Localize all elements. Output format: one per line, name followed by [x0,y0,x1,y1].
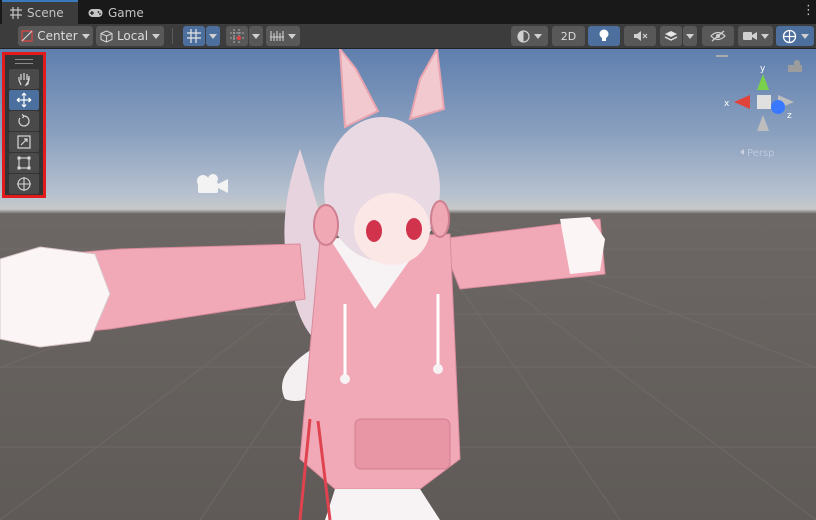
light-bulb-icon [599,29,609,41]
transform-icon [17,177,31,191]
ruler-icon [270,31,284,41]
eye-slash-icon [710,30,726,42]
avatar-character[interactable] [0,49,816,520]
snap-icon [230,29,244,43]
tools-overlay [2,52,46,198]
effects-dropdown[interactable] [683,26,697,46]
grid-snap-toggle[interactable] [183,26,205,46]
speaker-muted-icon [633,31,647,41]
space-mode-label: Local [116,29,149,43]
scale-icon [17,135,31,149]
scene-viewport[interactable]: y x z Persp [0,49,816,520]
more-menu-icon[interactable]: ⋮ [802,3,815,19]
camera-settings-dropdown[interactable] [738,26,773,46]
toolbar-separator [172,28,173,44]
chevron-down-icon [534,33,542,39]
mode-2d-label: 2D [560,29,577,43]
move-icon [16,92,32,108]
z-axis-cone[interactable] [771,100,785,114]
hand-icon [18,73,30,86]
tab-game[interactable]: Game [80,2,152,24]
rotate-tool-button[interactable] [9,111,39,131]
chevron-down-icon [252,33,260,39]
gamepad-icon [88,9,103,17]
pivot-mode-label: Center [37,29,78,43]
chevron-down-icon [209,33,217,39]
pivot-mode-dropdown[interactable]: Center [18,26,93,46]
move-tool-button[interactable] [9,90,39,110]
scene-toolbar: Center Local 2D [0,24,816,49]
chevron-down-icon [152,33,161,39]
chevron-down-icon [800,33,809,39]
tab-scene-label: Scene [27,6,64,20]
x-axis-label: x [724,99,730,109]
snap-settings-dropdown[interactable] [266,26,300,46]
camera-icon [742,32,757,40]
y-axis-label: y [760,64,766,74]
transform-tool-button[interactable] [9,174,39,194]
shading-mode-dropdown[interactable] [511,26,548,46]
gizmo-handle[interactable] [716,55,728,57]
chevron-down-icon [81,33,90,39]
projection-label[interactable]: Persp [747,148,775,159]
lock-icon[interactable] [788,60,802,72]
gizmo-globe-icon [782,29,796,43]
space-mode-dropdown[interactable]: Local [96,26,164,46]
orientation-gizmo[interactable]: y x z Persp [716,49,816,169]
rect-icon [17,156,31,170]
scale-tool-button[interactable] [9,132,39,152]
tab-bar: Scene Game ⋮ [0,0,816,24]
cube-icon [100,29,113,43]
chevron-down-icon [760,33,769,39]
x-axis-cone[interactable] [734,95,750,109]
shading-sphere-icon [517,29,530,43]
rect-tool-button[interactable] [9,153,39,173]
chevron-down-icon [288,33,296,39]
scene-visibility-toggle[interactable] [702,26,734,46]
audio-toggle[interactable] [624,26,656,46]
rotate-icon [18,114,30,127]
increment-snap-toggle[interactable] [226,26,248,46]
grid-icon [10,7,22,19]
increment-snap-dropdown[interactable] [249,26,263,46]
layers-icon [664,30,678,41]
effects-toggle[interactable] [660,26,682,46]
z-axis-label: z [787,111,792,121]
lighting-toggle[interactable] [588,26,620,46]
tab-game-label: Game [108,6,144,20]
grid-snap-icon [187,29,201,43]
y-axis-cone[interactable] [757,74,769,90]
gizmos-dropdown[interactable] [776,26,814,46]
pivot-icon [21,30,33,42]
grid-snap-dropdown[interactable] [206,26,220,46]
hand-tool-button[interactable] [9,69,39,89]
chevron-down-icon [686,33,694,39]
tab-scene[interactable]: Scene [2,0,78,24]
overlay-drag-handle[interactable] [15,59,33,64]
mode-2d-toggle[interactable]: 2D [552,26,585,46]
